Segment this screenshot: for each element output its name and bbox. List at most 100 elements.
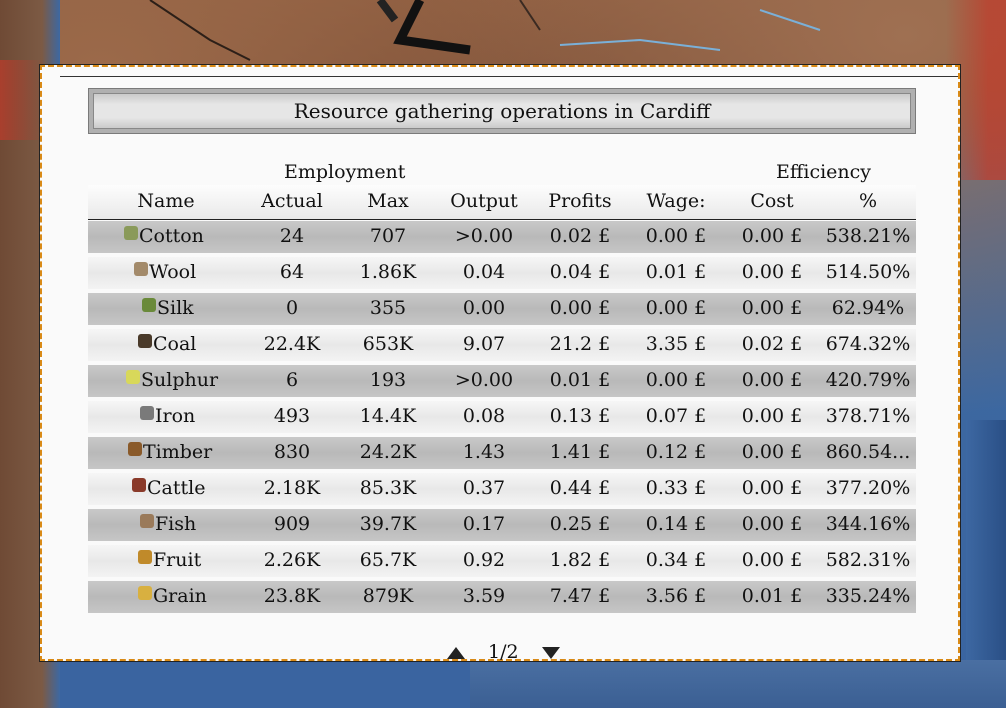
resource-name: Fish <box>155 513 197 535</box>
cost-cell: 0.00 £ <box>741 225 803 247</box>
table-row[interactable]: Grain 23.8K 879K 3.59 7.47 £ 3.56 £ 0.01… <box>88 581 916 613</box>
column-header-wage[interactable]: Wage: <box>628 190 724 212</box>
percent-cell: 378.71% <box>825 405 911 427</box>
output-cell: 0.17 <box>462 513 506 535</box>
max-cell: 1.86K <box>359 261 417 283</box>
percent-cell: 674.32% <box>825 333 911 355</box>
cost-cell: 0.00 £ <box>741 405 803 427</box>
column-header-cost[interactable]: Cost <box>724 190 820 212</box>
resource-name: Silk <box>157 297 194 319</box>
profits-cell: 0.02 £ <box>549 225 611 247</box>
output-cell: 0.92 <box>462 549 506 571</box>
actual-cell: 2.26K <box>263 549 321 571</box>
cost-cell: 0.00 £ <box>741 549 803 571</box>
profits-cell: 7.47 £ <box>549 585 611 607</box>
table-row[interactable]: Cotton 24 707 >0.00 0.02 £ 0.00 £ 0.00 £… <box>88 221 916 253</box>
max-cell: 65.7K <box>359 549 417 571</box>
percent-cell: 62.94% <box>831 297 905 319</box>
output-cell: 3.59 <box>462 585 506 607</box>
cost-cell: 0.00 £ <box>741 297 803 319</box>
cost-cell: 0.00 £ <box>741 441 803 463</box>
wage-cell: 0.12 £ <box>645 441 707 463</box>
table-row[interactable]: Fish 909 39.7K 0.17 0.25 £ 0.14 £ 0.00 £… <box>88 509 916 541</box>
efficiency-group-label: Efficiency <box>776 161 872 183</box>
wage-cell: 0.07 £ <box>645 405 707 427</box>
actual-cell: 493 <box>273 405 311 427</box>
profits-cell: 0.00 £ <box>549 297 611 319</box>
resource-name-cell: Timber <box>128 441 212 463</box>
cost-cell: 0.00 £ <box>741 477 803 499</box>
resource-name-cell: Fish <box>140 513 196 535</box>
output-cell: 9.07 <box>462 333 506 355</box>
wage-cell: 3.56 £ <box>645 585 707 607</box>
max-cell: 85.3K <box>359 477 417 499</box>
column-header-profits[interactable]: Profits <box>532 190 628 212</box>
column-header-name[interactable]: Name <box>88 190 244 212</box>
profits-cell: 1.41 £ <box>549 441 611 463</box>
resource-name-cell: Cattle <box>132 477 205 499</box>
cotton-icon <box>124 226 138 240</box>
output-cell: >0.00 <box>454 369 514 391</box>
output-cell: 0.04 <box>462 261 506 283</box>
percent-cell: 860.54... <box>825 441 911 463</box>
wage-cell: 3.35 £ <box>645 333 707 355</box>
employment-group-label: Employment <box>284 161 406 183</box>
resource-name-cell: Fruit <box>138 549 201 571</box>
table-row[interactable]: Wool 64 1.86K 0.04 0.04 £ 0.01 £ 0.00 £ … <box>88 257 916 289</box>
silk-icon <box>142 298 156 312</box>
cost-cell: 0.02 £ <box>741 333 803 355</box>
resource-table-body: Cotton 24 707 >0.00 0.02 £ 0.00 £ 0.00 £… <box>88 221 916 617</box>
column-header-output[interactable]: Output <box>436 190 532 212</box>
max-cell: 14.4K <box>359 405 417 427</box>
resource-name-cell: Iron <box>140 405 195 427</box>
actual-cell: 24 <box>279 225 305 247</box>
table-row[interactable]: Timber 830 24.2K 1.43 1.41 £ 0.12 £ 0.00… <box>88 437 916 469</box>
page-up-arrow-icon[interactable] <box>447 647 465 659</box>
fruit-icon <box>138 550 152 564</box>
wage-cell: 0.34 £ <box>645 549 707 571</box>
table-row[interactable]: Cattle 2.18K 85.3K 0.37 0.44 £ 0.33 £ 0.… <box>88 473 916 505</box>
actual-cell: 23.8K <box>263 585 321 607</box>
column-header-max[interactable]: Max <box>340 190 436 212</box>
panel-divider <box>60 76 958 77</box>
max-cell: 193 <box>369 369 407 391</box>
percent-cell: 335.24% <box>825 585 911 607</box>
cost-cell: 0.01 £ <box>741 585 803 607</box>
table-row[interactable]: Iron 493 14.4K 0.08 0.13 £ 0.07 £ 0.00 £… <box>88 401 916 433</box>
output-cell: >0.00 <box>454 225 514 247</box>
iron-icon <box>140 406 154 420</box>
profits-cell: 0.44 £ <box>549 477 611 499</box>
cattle-icon <box>132 478 146 492</box>
table-row[interactable]: Fruit 2.26K 65.7K 0.92 1.82 £ 0.34 £ 0.0… <box>88 545 916 577</box>
actual-cell: 22.4K <box>263 333 321 355</box>
profits-cell: 0.25 £ <box>549 513 611 535</box>
actual-cell: 909 <box>273 513 311 535</box>
resource-name: Coal <box>153 333 197 355</box>
map-sea-south <box>470 660 1006 708</box>
table-row[interactable]: Sulphur 6 193 >0.00 0.01 £ 0.00 £ 0.00 £… <box>88 365 916 397</box>
page-down-arrow-icon[interactable] <box>542 647 560 659</box>
percent-cell: 344.16% <box>825 513 911 535</box>
output-cell: 0.00 <box>462 297 506 319</box>
cost-cell: 0.00 £ <box>741 369 803 391</box>
page-indicator: 1/2 <box>488 641 519 663</box>
wage-cell: 0.33 £ <box>645 477 707 499</box>
actual-cell: 6 <box>285 369 299 391</box>
resource-name-cell: Grain <box>138 585 207 607</box>
percent-cell: 514.50% <box>825 261 911 283</box>
resource-name-cell: Wool <box>134 261 196 283</box>
column-header-actual[interactable]: Actual <box>244 190 340 212</box>
max-cell: 39.7K <box>359 513 417 535</box>
actual-cell: 0 <box>285 297 299 319</box>
table-row[interactable]: Coal 22.4K 653K 9.07 21.2 £ 3.35 £ 0.02 … <box>88 329 916 361</box>
resource-name: Cotton <box>139 225 204 247</box>
coal-icon <box>138 334 152 348</box>
panel-title: Resource gathering operations in Cardiff <box>293 99 711 123</box>
timber-icon <box>128 442 142 456</box>
percent-cell: 538.21% <box>825 225 911 247</box>
column-header-percent[interactable]: % <box>820 190 916 212</box>
output-cell: 1.43 <box>462 441 506 463</box>
profits-cell: 0.01 £ <box>549 369 611 391</box>
actual-cell: 64 <box>279 261 305 283</box>
table-row[interactable]: Silk 0 355 0.00 0.00 £ 0.00 £ 0.00 £ 62.… <box>88 293 916 325</box>
